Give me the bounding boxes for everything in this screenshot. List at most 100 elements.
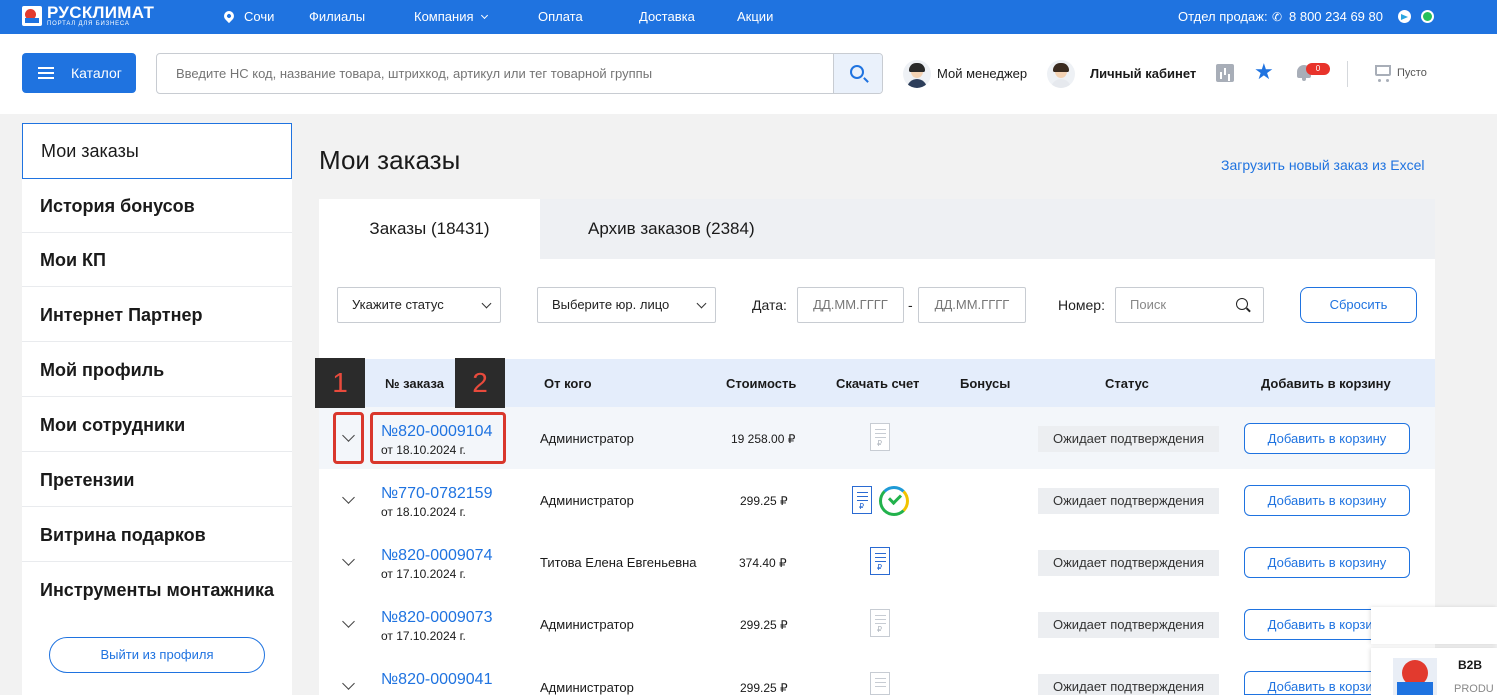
- nav-promotions[interactable]: Акции: [737, 9, 773, 24]
- invoice-document-icon[interactable]: ₽: [870, 547, 890, 575]
- order-from: Администратор: [540, 617, 634, 632]
- chevron-down-icon: [696, 298, 707, 309]
- b2b-logo-icon: [1393, 658, 1437, 695]
- sidebar-item-installer-tools[interactable]: Инструменты монтажника: [22, 563, 292, 617]
- b2b-widget[interactable]: B2B PRODU: [1371, 648, 1497, 695]
- search-button[interactable]: [833, 54, 882, 93]
- invoice-document-icon[interactable]: ₽: [870, 609, 890, 637]
- date-from-input[interactable]: ДД.ММ.ГГГГ: [797, 287, 904, 323]
- sales-phone[interactable]: 8 800 234 69 80: [1289, 9, 1383, 24]
- date-label: Дата:: [752, 297, 787, 313]
- whatsapp-icon[interactable]: [1421, 10, 1434, 23]
- add-to-cart-button[interactable]: Добавить в корзину: [1244, 423, 1410, 454]
- manager-avatar: [903, 60, 931, 88]
- phone-icon: ✆: [1272, 10, 1283, 24]
- order-cost: 299.25 ₽: [740, 494, 788, 508]
- header-divider: [1347, 61, 1348, 87]
- cart-icon[interactable]: [1375, 65, 1391, 82]
- status-select[interactable]: Укажите статус: [337, 287, 501, 323]
- logout-button[interactable]: Выйти из профиля: [49, 637, 265, 673]
- tab-orders[interactable]: Заказы (18431): [319, 199, 540, 259]
- page-title: Мои заказы: [319, 145, 461, 175]
- notification-badge: 0: [1306, 63, 1330, 75]
- nav-company[interactable]: Компания: [414, 9, 488, 24]
- order-number-link[interactable]: №770-0782159: [381, 485, 492, 503]
- date-range-dash: -: [908, 297, 913, 313]
- search-icon: [850, 65, 864, 79]
- number-search-placeholder: Поиск: [1130, 297, 1167, 312]
- favorites-star-icon[interactable]: ★: [1254, 61, 1274, 83]
- logo[interactable]: РУСКЛИМАТ ПОРТАЛ ДЛЯ БИЗНЕСА: [22, 3, 172, 29]
- legal-entity-select[interactable]: Выберите юр. лицо: [537, 287, 716, 323]
- sales-label: Отдел продаж:: [1178, 9, 1268, 24]
- order-from: Администратор: [540, 680, 634, 695]
- header: Каталог Мой менеджер Личный кабинет ★ 0 …: [0, 34, 1497, 114]
- sidebar: Мои заказы История бонусов Мои КП Интерн…: [22, 123, 292, 695]
- personal-cabinet-link[interactable]: Личный кабинет: [1090, 66, 1196, 82]
- status-badge: Ожидает подтверждения: [1038, 488, 1219, 514]
- sberbank-pay-icon[interactable]: [879, 486, 909, 516]
- telegram-icon[interactable]: [1398, 10, 1411, 23]
- sidebar-item-bonus-history[interactable]: История бонусов: [22, 179, 292, 233]
- order-cost: 374.40 ₽: [739, 556, 787, 570]
- my-manager-link[interactable]: Мой менеджер: [937, 66, 1027, 82]
- nav-branches[interactable]: Филиалы: [309, 9, 365, 24]
- annotation-label-2: 2: [455, 358, 505, 408]
- col-add-to-cart: Добавить в корзину: [1261, 376, 1391, 391]
- col-order-number: № заказа: [385, 376, 445, 391]
- add-to-cart-button[interactable]: Добавить в корзину: [1244, 485, 1410, 516]
- date-to-input[interactable]: ДД.ММ.ГГГГ: [918, 287, 1026, 323]
- col-status: Статус: [1105, 376, 1149, 391]
- catalog-button[interactable]: Каталог: [22, 53, 136, 93]
- cart-label[interactable]: Пусто: [1397, 67, 1427, 79]
- upload-excel-link[interactable]: Загрузить новый заказ из Excel: [1221, 157, 1424, 173]
- nav-payment[interactable]: Оплата: [538, 9, 583, 24]
- invoice-document-icon[interactable]: [870, 672, 890, 695]
- sidebar-item-my-kp[interactable]: Мои КП: [22, 233, 292, 287]
- nav-delivery[interactable]: Доставка: [639, 9, 695, 24]
- order-date: от 17.10.2024 г.: [381, 629, 466, 643]
- chevron-down-icon: [481, 298, 492, 309]
- order-cost: 299.25 ₽: [740, 681, 788, 695]
- reset-button[interactable]: Сбросить: [1300, 287, 1417, 323]
- legal-entity-select-label: Выберите юр. лицо: [552, 297, 670, 312]
- sidebar-item-my-profile[interactable]: Мой профиль: [22, 343, 292, 397]
- order-date: от 17.10.2024 г.: [381, 567, 466, 581]
- status-badge: Ожидает подтверждения: [1038, 674, 1219, 695]
- logo-text: РУСКЛИМАТ: [47, 3, 155, 22]
- number-search-input[interactable]: Поиск: [1115, 287, 1264, 323]
- order-number-link[interactable]: №820-0009041: [381, 671, 492, 689]
- b2b-label: B2B: [1458, 658, 1483, 672]
- sidebar-item-internet-partner[interactable]: Интернет Партнер: [22, 288, 292, 342]
- logo-subtitle: ПОРТАЛ ДЛЯ БИЗНЕСА: [47, 21, 130, 27]
- order-cost: 19 258.00 ₽: [731, 432, 796, 446]
- add-to-cart-button[interactable]: Добавить в корзину: [1244, 547, 1410, 578]
- col-bonuses: Бонусы: [960, 376, 1011, 391]
- order-from: Администратор: [540, 431, 634, 446]
- top-bar: РУСКЛИМАТ ПОРТАЛ ДЛЯ БИЗНЕСА Сочи Филиал…: [0, 0, 1497, 34]
- sidebar-item-employees[interactable]: Мои сотрудники: [22, 398, 292, 452]
- invoice-document-icon[interactable]: ₽: [870, 423, 890, 451]
- sidebar-item-gift-showcase[interactable]: Витрина подарков: [22, 508, 292, 562]
- order-number-link[interactable]: №820-0009074: [381, 547, 492, 565]
- order-from: Администратор: [540, 493, 634, 508]
- tab-archive[interactable]: Архив заказов (2384): [540, 199, 1435, 259]
- order-number-link[interactable]: №820-0009073: [381, 609, 492, 627]
- cabinet-avatar: [1047, 60, 1075, 88]
- sidebar-item-my-orders[interactable]: Мои заказы: [22, 123, 292, 179]
- status-select-label: Укажите статус: [352, 297, 444, 312]
- search-input[interactable]: [158, 55, 834, 92]
- city-selector[interactable]: Сочи: [244, 9, 274, 24]
- side-widget-top[interactable]: [1371, 607, 1497, 644]
- chevron-down-icon: [480, 11, 488, 20]
- sidebar-item-claims[interactable]: Претензии: [22, 453, 292, 507]
- b2b-sublabel: PRODU: [1454, 683, 1494, 695]
- order-cost: 299.25 ₽: [740, 618, 788, 632]
- annotation-box-2: [370, 412, 506, 464]
- invoice-document-icon[interactable]: ₽: [852, 486, 872, 514]
- order-tabs: Заказы (18431) Архив заказов (2384): [319, 199, 1435, 259]
- status-badge: Ожидает подтверждения: [1038, 426, 1219, 452]
- search-box: [156, 53, 883, 94]
- number-label: Номер:: [1058, 297, 1105, 313]
- stats-icon[interactable]: [1216, 64, 1234, 82]
